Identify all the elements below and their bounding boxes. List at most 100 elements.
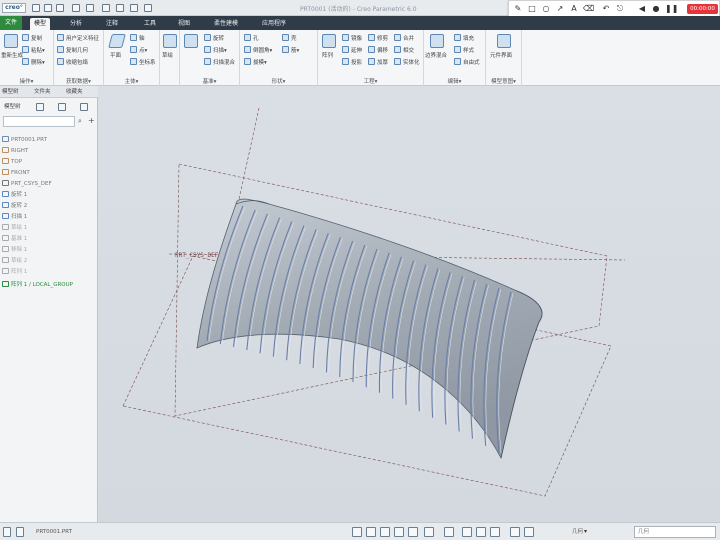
tree-item-right[interactable]: RIGHT	[2, 147, 28, 156]
selection-mode-label[interactable]: 几何	[572, 527, 583, 537]
tree-item-revolve-2[interactable]: 旋转 2	[2, 202, 27, 211]
tab-view[interactable]: 视图	[174, 18, 194, 30]
recording-timer[interactable]: 00:00:00	[687, 4, 718, 14]
arrow-icon[interactable]: ↗	[555, 4, 565, 14]
tab-flexible-modeling[interactable]: 柔性建模	[210, 18, 242, 30]
customize-toolbar-icon[interactable]	[144, 4, 152, 12]
tree-filter-icon[interactable]	[36, 103, 44, 111]
point-button[interactable]: 点▾	[130, 46, 147, 55]
tree-settings-icon[interactable]	[58, 103, 66, 111]
microphone-icon[interactable]: ●	[651, 4, 661, 14]
pen-icon[interactable]: ✎	[513, 4, 523, 14]
zoom-out-icon[interactable]	[380, 527, 390, 537]
tree-item-front[interactable]: FRONT	[2, 169, 30, 178]
tree-search-input[interactable]	[3, 116, 75, 127]
tab-model[interactable]: 模型	[30, 18, 51, 30]
group-label-datum[interactable]: 基准▾	[180, 77, 239, 85]
exit-icon[interactable]: ⎋	[615, 4, 625, 14]
tree-item-csys[interactable]: PRT_CSYS_DEF	[2, 180, 52, 189]
merge-button[interactable]: 合并	[394, 34, 414, 43]
tab-tools[interactable]: 工具	[140, 18, 160, 30]
revolve-button[interactable]: 旋转	[204, 34, 224, 43]
spin-center-icon[interactable]	[510, 527, 520, 537]
component-interface-button[interactable]: 元件界面	[490, 52, 512, 61]
sweep-button[interactable]: 扫描▾	[204, 46, 227, 55]
tab-folder-browser[interactable]: 文件夹	[34, 88, 51, 97]
extrude-icon[interactable]	[184, 34, 198, 48]
show-icon[interactable]	[80, 103, 88, 111]
intersect-button[interactable]: 相交	[394, 46, 414, 55]
close-window-icon[interactable]	[130, 4, 138, 12]
shrinkwrap-button[interactable]: 收缩包络	[57, 58, 88, 67]
grid-icon[interactable]	[16, 527, 24, 537]
orient-mode-icon[interactable]	[524, 527, 534, 537]
shell-button[interactable]: 壳	[282, 34, 297, 43]
round-button[interactable]: 倒圆角▾	[244, 46, 272, 55]
thicken-button[interactable]: 加厚	[368, 58, 388, 67]
boundary-blend-button[interactable]: 边界混合	[425, 52, 447, 61]
saved-orientations-icon[interactable]	[444, 527, 454, 537]
tree-item-sweep-1[interactable]: 扫描 1	[2, 213, 27, 222]
display-style-icon[interactable]	[424, 527, 434, 537]
offset-button[interactable]: 偏移	[368, 46, 388, 55]
zoom-in-icon[interactable]	[366, 527, 376, 537]
tab-model-tree[interactable]: 模型树	[2, 88, 19, 97]
tree-item-root[interactable]: PRT0001.PRT	[2, 136, 47, 145]
group-label-engineering[interactable]: 工程▾	[318, 77, 423, 85]
circle-icon[interactable]: ○	[541, 4, 551, 14]
sketch-icon[interactable]	[163, 34, 177, 48]
tab-applications[interactable]: 应用程序	[258, 18, 290, 30]
text-icon[interactable]: A	[569, 4, 579, 14]
group-label-model-intent[interactable]: 模型意图▾	[486, 77, 521, 85]
tree-item-datum-1[interactable]: 基准 1	[2, 235, 27, 244]
regenerate-icon[interactable]	[102, 4, 110, 12]
perspective-icon[interactable]	[408, 527, 418, 537]
regenerate-icon[interactable]	[4, 34, 18, 48]
project-button[interactable]: 投影	[342, 58, 362, 67]
windows-icon[interactable]	[116, 4, 124, 12]
delete-button[interactable]: 删除▾	[22, 58, 45, 67]
swept-blend-button[interactable]: 扫描混合	[204, 58, 235, 67]
repaint-icon[interactable]	[394, 527, 404, 537]
plane-icon[interactable]	[108, 34, 126, 48]
rectangle-icon[interactable]: □	[527, 4, 537, 14]
selection-filter[interactable]: 几何	[634, 526, 716, 538]
pattern-icon[interactable]	[322, 34, 336, 48]
group-label-operations[interactable]: 操作▾	[0, 77, 53, 85]
udf-button[interactable]: 用户定义特征	[57, 34, 99, 43]
tab-annotate[interactable]: 注释	[102, 18, 122, 30]
graphics-viewport[interactable]: PRT_CSYS_DEF	[99, 86, 720, 522]
model-view[interactable]: PRT_CSYS_DEF	[99, 86, 720, 522]
csys-button[interactable]: 坐标系	[130, 58, 156, 67]
copy-geometry-button[interactable]: 复制几何	[57, 46, 88, 55]
eraser-icon[interactable]: ⌫	[583, 4, 594, 14]
tab-file[interactable]: 文件	[0, 16, 22, 30]
undo-draw-icon[interactable]: ↶	[601, 4, 611, 14]
tab-favorites[interactable]: 收藏夹	[66, 88, 83, 97]
group-label-body[interactable]: 主体▾	[104, 77, 159, 85]
draft-button[interactable]: 拔模▾	[244, 58, 267, 67]
pattern-button[interactable]: 阵列	[322, 52, 333, 61]
solidify-button[interactable]: 实体化	[394, 58, 420, 67]
annotation-display-icon[interactable]	[490, 527, 500, 537]
tree-item-sketch-2[interactable]: 草绘 2	[2, 257, 27, 266]
tree-item-revolve-1[interactable]: 旋转 1	[2, 191, 27, 200]
extend-button[interactable]: 延伸	[342, 46, 362, 55]
group-label-get-data[interactable]: 获取数据▾	[54, 77, 103, 85]
hole-button[interactable]: 孔	[244, 34, 259, 43]
search-icon[interactable]: ⌕	[78, 117, 82, 126]
trim-button[interactable]: 修剪	[368, 34, 388, 43]
new-file-icon[interactable]	[32, 4, 40, 12]
save-icon[interactable]	[56, 4, 64, 12]
freestyle-button[interactable]: 自由式	[454, 58, 480, 67]
tree-item-pattern-1[interactable]: 阵列 1	[2, 268, 27, 277]
pause-icon[interactable]: ❚❚	[665, 4, 678, 14]
boundary-blend-icon[interactable]	[430, 34, 444, 48]
undo-icon[interactable]	[72, 4, 80, 12]
sketch-button[interactable]: 草绘	[162, 52, 173, 61]
group-label-shape[interactable]: 形状▾	[240, 77, 317, 85]
message-icon[interactable]	[3, 527, 11, 537]
open-file-icon[interactable]	[44, 4, 52, 12]
paste-button[interactable]: 粘贴▾	[22, 46, 45, 55]
tree-item-sketch-1[interactable]: 草绘 1	[2, 224, 27, 233]
